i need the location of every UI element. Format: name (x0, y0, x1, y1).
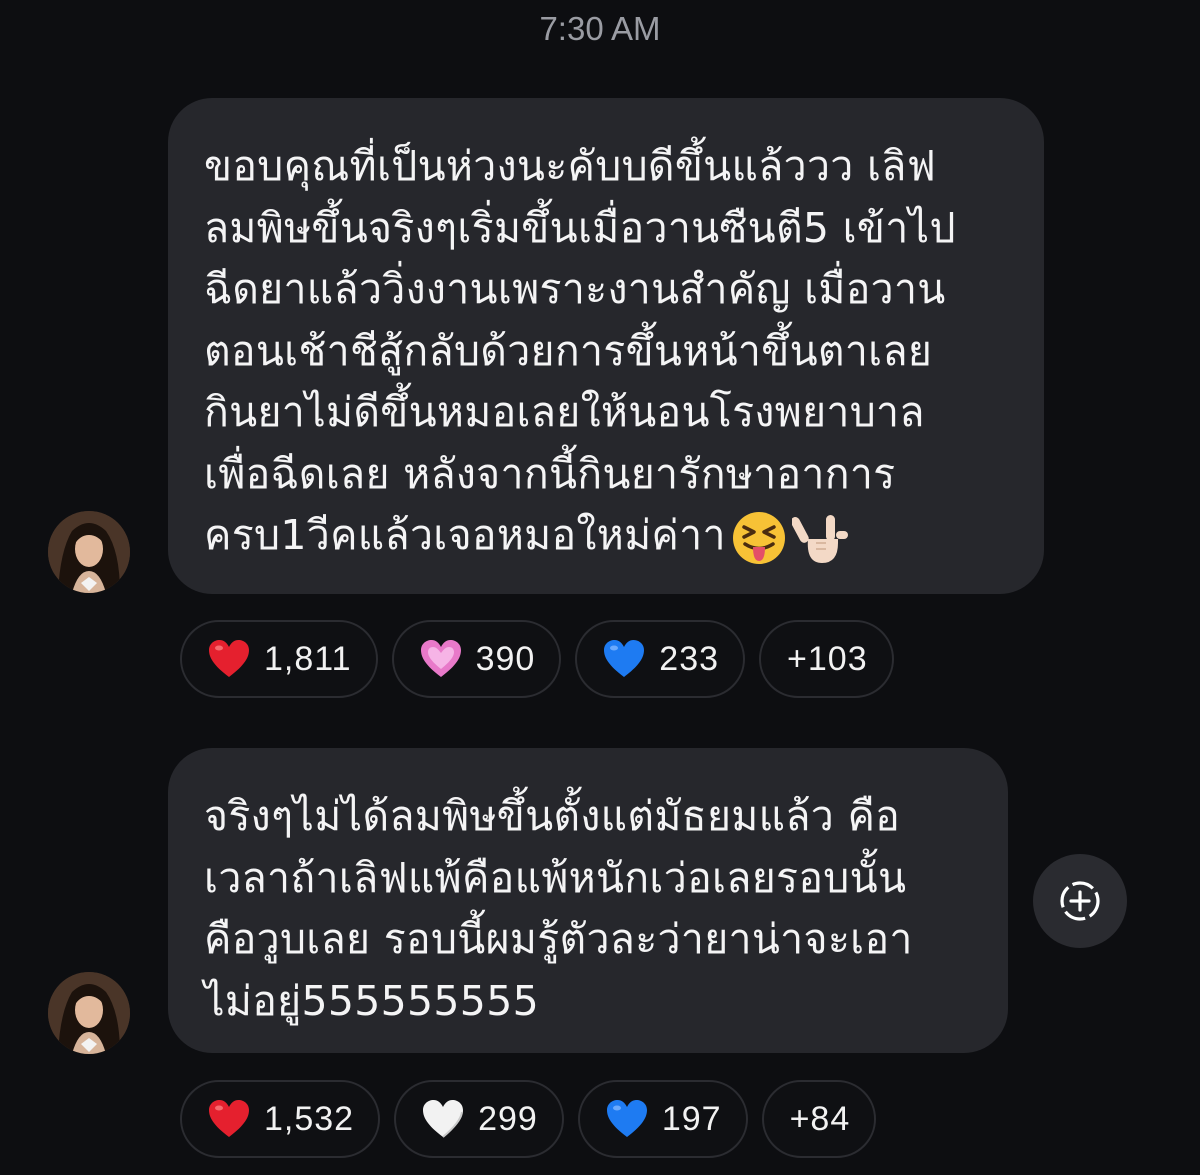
sender-avatar[interactable] (48, 511, 130, 593)
message-timestamp: 7:30 AM (539, 10, 661, 47)
reaction-count: 1,532 (264, 1099, 355, 1138)
reaction-red-heart[interactable]: 1,811 (180, 620, 378, 698)
reaction-blue-heart[interactable]: 197 (577, 1080, 748, 1158)
reaction-pink-heart[interactable]: 390 (391, 620, 562, 698)
message-text-line: ตอนเช้าชีสู้กลับด้วยการขึ้นหน้าขึ้นตาเลย (204, 326, 933, 375)
message-bubble[interactable]: ขอบคุณที่เป็นห่วงนะคับบดีขึ้นแล้ววว เลิฟ… (168, 98, 1044, 594)
add-reaction-icon (1060, 881, 1100, 921)
message-text-line: ลมพิษขึ้นจริงๆเริ่มขึ้นเมื่อวานซืนตี5 เข… (204, 203, 956, 252)
sender-avatar[interactable] (48, 972, 130, 1054)
reaction-bar: 1,532 299 197 +84 (180, 1080, 877, 1158)
reaction-count: 299 (478, 1099, 538, 1138)
pink-heart-icon (420, 639, 462, 679)
more-reactions[interactable]: +84 (761, 1080, 877, 1158)
red-heart-icon (208, 1099, 250, 1139)
message-text-line: กินยาไม่ดีขึ้นหมอเลยให้นอนโรงพยาบาล (204, 388, 925, 436)
reaction-bar: 1,811 390 233 +103 (180, 620, 894, 698)
reaction-count: 197 (661, 1099, 722, 1138)
reaction-red-heart[interactable]: 1,532 (180, 1080, 381, 1158)
reaction-blue-heart[interactable]: 233 (575, 620, 746, 698)
blue-heart-icon (603, 639, 645, 679)
more-reactions-count: +103 (787, 639, 868, 678)
reaction-count: 1,811 (264, 639, 352, 678)
reaction-count: 233 (659, 639, 720, 678)
message-text-line: เพื่อฉีดเลย หลังจากนี้กินยารักษาอาการ (204, 449, 896, 498)
reaction-count: 390 (475, 639, 536, 678)
blue-heart-icon (606, 1099, 648, 1139)
chat-screen: 7:30 AM ขอบคุณที่เป็นห่วงนะคับบดีขึ้นแล้… (0, 0, 1200, 1175)
squinting-tongue-emoji (730, 509, 788, 567)
message-text-line: ไม่อยู่555555555 (204, 976, 539, 1025)
message-text-line: เวลาถ้าเลิฟแพ้คือแพ้หนักเว่อเลยรอบนั้น (204, 853, 907, 902)
message-text-line: ฉีดยาแล้ววิ่งงานเพราะงานสำคัญ เมื่อวาน (204, 265, 946, 313)
message-text-line: คือวูบเลย รอบนี้ผมรู้ตัวละว่ายาน่าจะเอา (204, 915, 913, 963)
message-bubble[interactable]: จริงๆไม่ได้ลมพิษขึ้นตั้งแต่มัธยมแล้ว คือ… (168, 748, 1008, 1053)
more-reactions-count: +84 (789, 1099, 851, 1138)
message-text: ครบ1วีคแล้วเจอหมอใหม่ค่าา (204, 511, 726, 559)
add-reaction-button[interactable] (1033, 854, 1127, 948)
message-text-line: จริงๆไม่ได้ลมพิษขึ้นตั้งแต่มัธยมแล้ว คือ (204, 792, 901, 840)
white-heart-icon (422, 1099, 464, 1139)
more-reactions[interactable]: +103 (759, 620, 894, 698)
message-text-line-last: ครบ1วีคแล้วเจอหมอใหม่ค่าา (204, 505, 1010, 567)
message-text-line: ขอบคุณที่เป็นห่วงนะคับบดีขึ้นแล้ววว เลิฟ (204, 142, 937, 190)
reaction-white-heart[interactable]: 299 (394, 1080, 564, 1158)
red-heart-icon (208, 639, 250, 679)
love-you-gesture-emoji (791, 509, 850, 567)
